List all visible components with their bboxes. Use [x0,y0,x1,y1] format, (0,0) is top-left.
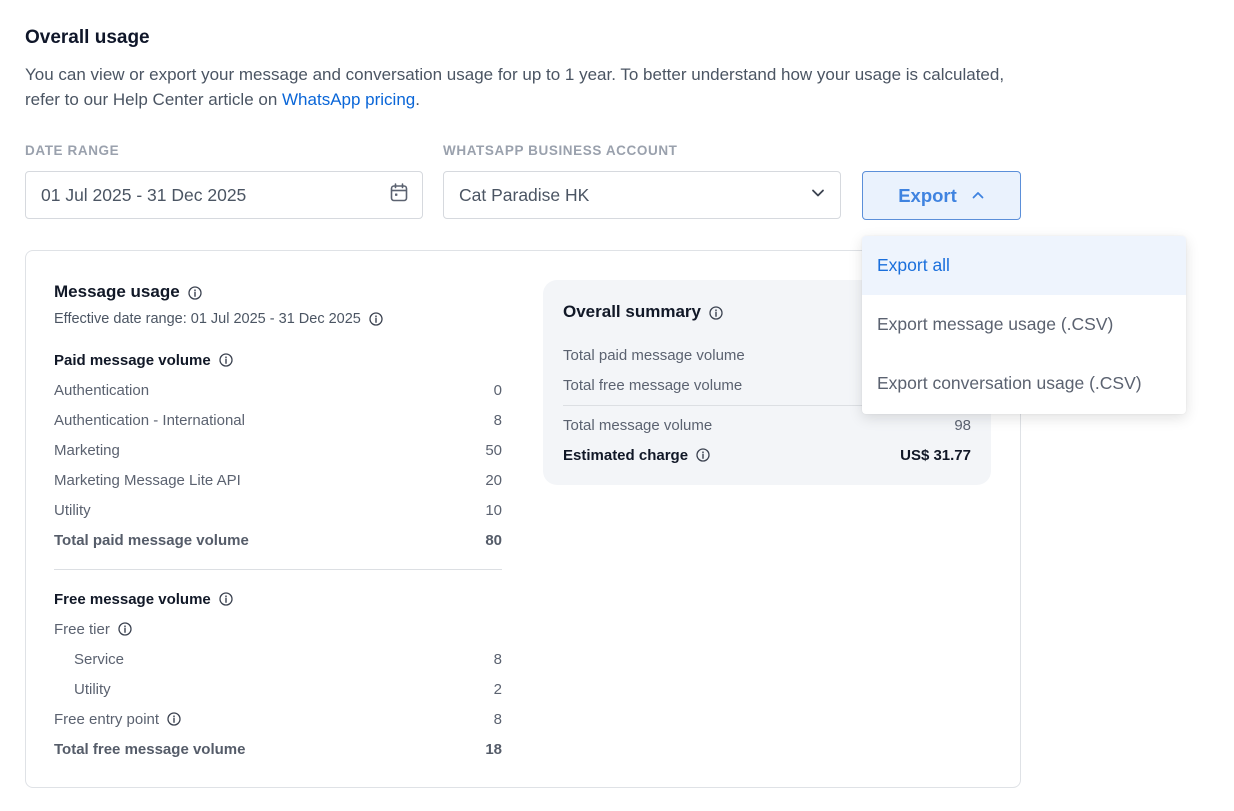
free-entry-point-row: Free entry point 8 [54,708,502,730]
summary-row: Total message volume 98 [563,414,971,436]
paid-volume-heading: Paid message volume [54,349,502,371]
table-row: Marketing Message Lite API 20 [54,469,502,491]
description-suffix: . [415,90,420,109]
table-row: Authentication 0 [54,379,502,401]
table-row: Service 8 [54,648,502,670]
row-value: 10 [485,501,502,519]
info-icon[interactable] [167,712,181,726]
row-label: Free entry point [54,710,160,728]
row-label: Total paid message volume [54,531,249,549]
row-label: Utility [54,501,91,519]
chevron-down-icon [810,185,826,206]
estimated-charge-value: US$ 31.77 [900,446,971,464]
table-row: Utility 2 [54,678,502,700]
row-label: Authentication [54,381,150,399]
export-button[interactable]: Export [862,171,1021,220]
info-icon[interactable] [369,312,383,326]
info-icon[interactable] [118,622,132,636]
row-label: Free tier [54,620,110,638]
free-volume-heading: Free message volume [54,588,502,610]
account-select-value: Cat Paradise HK [459,184,590,205]
row-label: Estimated charge [563,446,689,464]
row-value: 2 [493,680,502,698]
menu-item-export-message-usage[interactable]: Export message usage (.CSV) [862,295,1186,354]
page-title: Overall usage [25,27,150,48]
overall-summary-heading: Overall summary [563,302,701,321]
row-label: Total message volume [563,416,713,434]
row-value: 8 [493,411,502,429]
paid-total-row: Total paid message volume 80 [54,529,502,551]
menu-item-export-all[interactable]: Export all [862,236,1186,295]
description-text: You can view or export your message and … [25,65,1005,109]
info-icon[interactable] [696,448,710,462]
menu-item-export-conversation-usage[interactable]: Export conversation usage (.CSV) [862,354,1186,413]
row-value: 8 [493,710,502,728]
row-label: Authentication - International [54,411,245,429]
row-label: Marketing [54,441,120,459]
whatsapp-pricing-link[interactable]: WhatsApp pricing [282,90,415,109]
info-icon[interactable] [709,305,723,320]
info-icon[interactable] [219,592,233,606]
table-row: Authentication - International 8 [54,409,502,431]
row-value: 80 [485,531,502,549]
row-label: Total free message volume [54,740,246,758]
calendar-icon[interactable] [390,183,408,207]
row-value: 18 [485,740,502,758]
free-tier-row: Free tier [54,618,502,640]
row-value: 50 [485,441,502,459]
row-value: 20 [485,471,502,489]
table-row: Marketing 50 [54,439,502,461]
row-label: Marketing Message Lite API [54,471,241,489]
page-description: You can view or export your message and … [25,62,1025,112]
row-label: Total paid message volume [563,346,745,364]
export-dropdown-menu: Export all Export message usage (.CSV) E… [862,236,1186,414]
info-icon[interactable] [219,353,233,367]
account-select[interactable]: Cat Paradise HK [443,171,841,219]
date-range-label: DATE RANGE [25,143,120,158]
info-icon[interactable] [188,285,202,300]
table-row: Utility 10 [54,499,502,521]
estimated-charge-row: Estimated charge US$ 31.77 [563,444,971,466]
date-range-picker[interactable]: 01 Jul 2025 - 31 Dec 2025 [25,171,423,219]
section-divider [54,569,502,570]
row-value: 0 [493,381,502,399]
account-label: WHATSAPP BUSINESS ACCOUNT [443,143,678,158]
message-usage-heading: Message usage [54,282,180,301]
effective-date-range: Effective date range: 01 Jul 2025 - 31 D… [54,311,383,327]
row-label: Utility [74,680,111,698]
message-usage-title: Message usage [54,282,202,302]
row-value: 98 [954,416,971,434]
free-volume-title: Free message volume [54,590,211,608]
effective-date-range-text: Effective date range: 01 Jul 2025 - 31 D… [54,311,361,327]
export-button-label: Export [898,184,957,206]
row-value: 8 [493,650,502,668]
row-label: Total free message volume [563,376,743,394]
date-range-value: 01 Jul 2025 - 31 Dec 2025 [41,184,247,205]
overall-summary-title: Overall summary [563,302,723,322]
row-label: Service [74,650,125,668]
paid-volume-title: Paid message volume [54,351,211,369]
free-total-row: Total free message volume 18 [54,738,502,760]
chevron-up-icon [971,185,985,207]
